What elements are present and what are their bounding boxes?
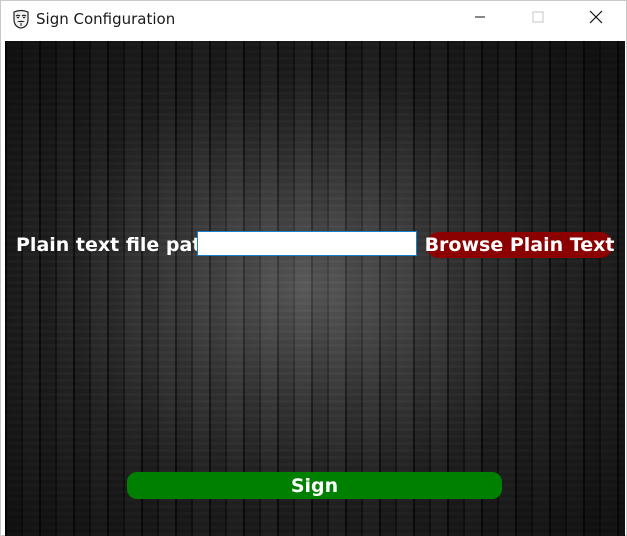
minimize-button[interactable] bbox=[457, 1, 503, 37]
plain-text-path-input[interactable] bbox=[197, 231, 417, 256]
plain-text-path-label: Plain text file path bbox=[16, 234, 215, 256]
maximize-icon bbox=[532, 10, 544, 28]
anonymous-mask-icon bbox=[11, 9, 31, 29]
close-button[interactable] bbox=[573, 1, 619, 37]
maximize-button bbox=[515, 1, 561, 37]
background-vignette bbox=[5, 41, 625, 536]
app-window: Sign Configuration Plain text file path … bbox=[0, 0, 627, 536]
sign-button[interactable]: Sign bbox=[127, 472, 502, 499]
window-title: Sign Configuration bbox=[36, 10, 176, 28]
minimize-icon bbox=[474, 10, 486, 28]
title-bar[interactable]: Sign Configuration bbox=[1, 1, 626, 37]
close-icon bbox=[589, 10, 603, 29]
browse-plain-text-button[interactable]: Browse Plain Text bbox=[425, 232, 614, 258]
wood-background-panel: Plain text file path Browse Plain Text S… bbox=[5, 41, 625, 536]
